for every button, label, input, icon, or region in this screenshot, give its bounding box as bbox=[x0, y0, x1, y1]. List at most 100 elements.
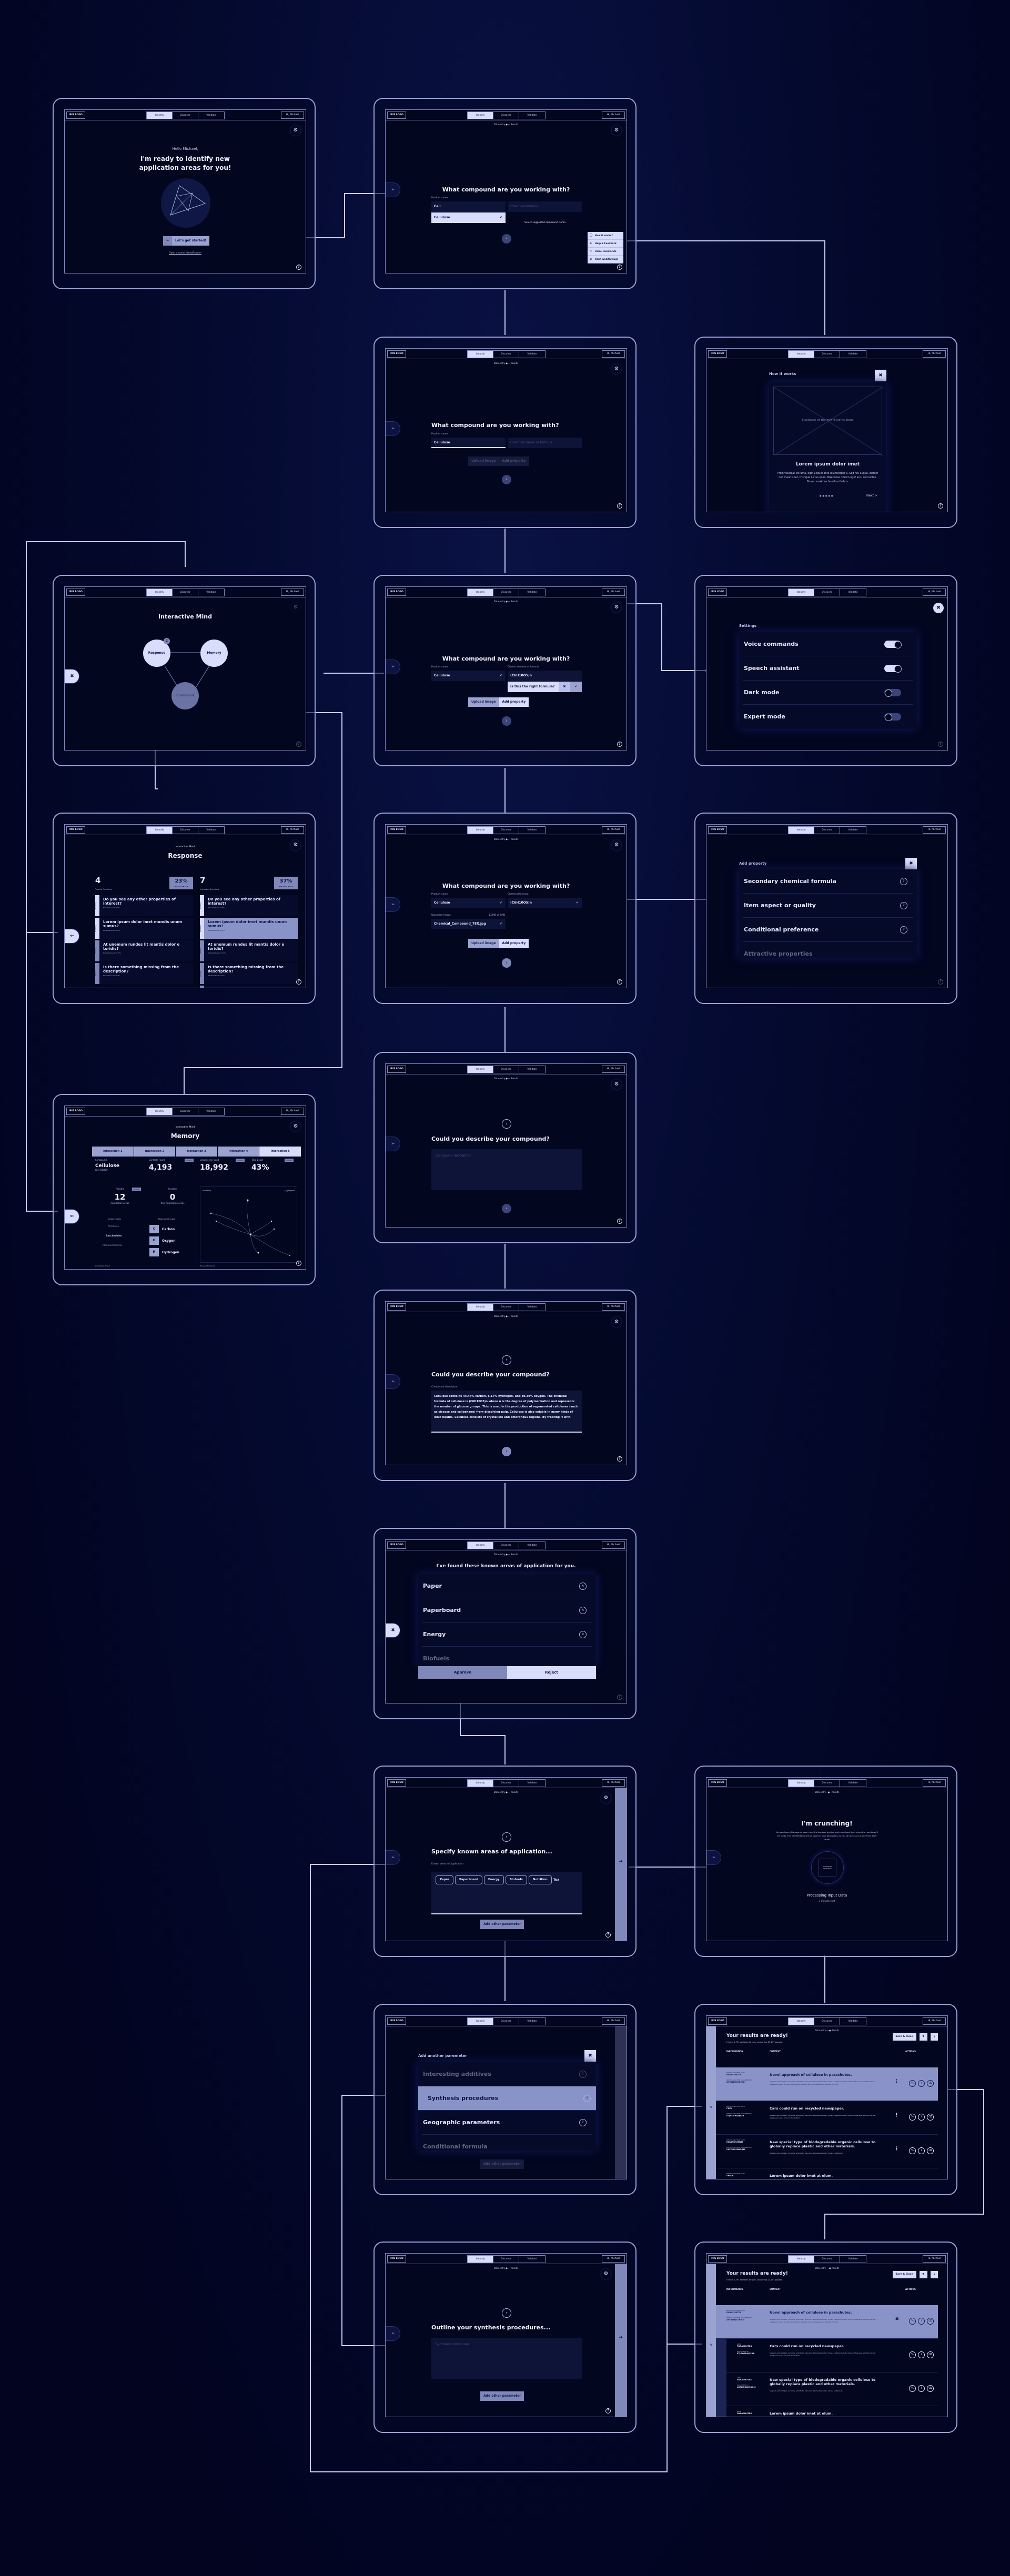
filter-icon[interactable]: ▼ bbox=[919, 2033, 927, 2041]
tab-discover[interactable]: Discover bbox=[814, 589, 840, 596]
gear-icon[interactable]: ⚙ bbox=[612, 603, 621, 612]
scroll-down-button[interactable]: ↓ bbox=[502, 1204, 511, 1213]
user-menu[interactable]: Hi, Michael bbox=[923, 2017, 946, 2025]
close-icon[interactable]: ✖ bbox=[386, 1623, 400, 1638]
assistant-avatar-icon[interactable]: ➢ bbox=[386, 1137, 400, 1151]
tab-identify[interactable]: Identify bbox=[468, 1780, 493, 1787]
tab-identify[interactable]: Identify bbox=[147, 112, 173, 119]
tab-interaction-4[interactable]: Interaction 4 bbox=[217, 1147, 260, 1157]
help-menu-feedback[interactable]: ✚ Help & Feedback bbox=[588, 240, 623, 248]
result-row[interactable]: REPRESENTATIVE AREA ENVIRONMENT REPRESENTA… bbox=[716, 2135, 938, 2168]
property-item[interactable]: Conditional preference? bbox=[743, 918, 913, 942]
tab-discover[interactable]: Discover bbox=[493, 1066, 519, 1073]
scroll-down-button[interactable]: ↓ bbox=[502, 475, 511, 484]
user-menu[interactable]: Hi, Michael bbox=[602, 589, 625, 596]
question-icon[interactable]: ? bbox=[579, 2071, 587, 2078]
compound-description-input[interactable]: Cellulose contains 44.44% carbon, 6.17% … bbox=[431, 1391, 582, 1433]
edit-sidebar[interactable]: ✎ bbox=[706, 2026, 716, 2179]
chip[interactable]: Paper bbox=[436, 1875, 453, 1884]
user-menu[interactable]: Hi, Michael bbox=[602, 2017, 625, 2025]
tab-discover[interactable]: Discover bbox=[493, 112, 519, 119]
help-icon[interactable]: ? bbox=[605, 2408, 611, 2413]
synthesis-input[interactable]: Synthesis procedures bbox=[431, 2338, 582, 2379]
tab-validate[interactable]: Validate bbox=[519, 1542, 545, 1549]
assistant-avatar-icon[interactable]: ➢ bbox=[706, 1850, 721, 1865]
help-menu-voice[interactable]: ▭ Voice commands bbox=[588, 248, 623, 256]
tab-identify[interactable]: Identify bbox=[789, 2018, 814, 2025]
add-parameter-button[interactable]: Add other parameter bbox=[480, 2159, 524, 2169]
linked-entity[interactable]: Monosaccharide bbox=[103, 1244, 122, 1247]
add-property-button[interactable]: Add property bbox=[499, 457, 529, 466]
linked-entity[interactable]: Aldehyde bbox=[108, 1225, 119, 1228]
parameter-item[interactable]: Interesting additives? bbox=[422, 2062, 592, 2086]
chemical-formula-input[interactable]: (C6H10O5)n bbox=[508, 671, 582, 681]
tab-identify[interactable]: Identify bbox=[468, 1066, 493, 1073]
sub-result-row[interactable]: AREA PARACHUTES DOCUMENT ID LKFDOS4IWQQM Ne… bbox=[726, 2372, 938, 2406]
expert-mode-toggle[interactable] bbox=[884, 713, 901, 721]
result-row[interactable]: REPRESENTATIVE AREA SPACE Lorem ipsum dol… bbox=[716, 2168, 938, 2179]
scroll-down-button[interactable]: ↓ bbox=[502, 716, 511, 726]
get-started-button[interactable]: ➜ Let's get started! bbox=[163, 236, 210, 246]
sub-result-row[interactable]: AREA PARACHUTES Lorem ipsum dolor imet at… bbox=[726, 2406, 938, 2417]
help-icon[interactable]: ? bbox=[617, 1456, 622, 1462]
user-menu[interactable]: Hi, Michael bbox=[602, 1303, 625, 1311]
tab-validate[interactable]: Validate bbox=[519, 351, 545, 358]
help-icon[interactable]: ? bbox=[296, 265, 301, 270]
gear-icon[interactable]: ⚙ bbox=[601, 1793, 611, 1803]
more-icon[interactable]: ⋮ bbox=[894, 2079, 899, 2084]
scroll-up-button[interactable]: ↑ bbox=[502, 2308, 511, 2318]
slide-dots[interactable]: ●●●●● bbox=[820, 494, 834, 497]
scroll-up-button[interactable]: ↑ bbox=[502, 1355, 511, 1365]
question-item[interactable]: OptionalAre there any missing linked ent… bbox=[200, 986, 298, 988]
scroll-down-button[interactable]: ↓ bbox=[502, 1447, 511, 1456]
area-item[interactable]: Paperboard × bbox=[422, 1598, 592, 1622]
tab-discover[interactable]: Discover bbox=[493, 351, 519, 358]
tab-discover[interactable]: Discover bbox=[173, 112, 198, 119]
tab-validate[interactable]: Validate bbox=[840, 589, 866, 596]
add-property-button[interactable]: Add property bbox=[499, 697, 529, 707]
tab-discover[interactable]: Discover bbox=[814, 2018, 840, 2025]
chip[interactable]: Biofuels bbox=[505, 1875, 527, 1884]
tab-validate[interactable]: Validate bbox=[198, 1108, 224, 1115]
scroll-down-button[interactable]: ↓ bbox=[502, 958, 511, 968]
chip[interactable]: Paperboard bbox=[454, 1875, 483, 1884]
tab-validate[interactable]: Validate bbox=[198, 827, 224, 834]
help-icon[interactable]: ? bbox=[617, 979, 622, 985]
tab-identify[interactable]: Identify bbox=[468, 827, 493, 834]
reject-formula-icon[interactable]: ✖ bbox=[559, 682, 570, 692]
scroll-up-button[interactable]: ↑ bbox=[502, 1119, 511, 1129]
property-item[interactable]: Item aspect or quality? bbox=[743, 894, 913, 918]
assistant-avatar-icon[interactable]: ➢ bbox=[386, 1374, 400, 1389]
open-saved-link[interactable]: Open a saved identification bbox=[65, 252, 306, 255]
tab-identify[interactable]: Identify bbox=[147, 827, 173, 834]
help-icon[interactable]: ? bbox=[617, 1219, 622, 1224]
tab-validate[interactable]: Validate bbox=[519, 1066, 545, 1073]
tab-interaction-5[interactable]: Interaction 5 bbox=[259, 1147, 301, 1157]
chemical-formula-input[interactable]: Chemical name or formula bbox=[508, 438, 582, 448]
info-icon[interactable]: i bbox=[918, 2351, 925, 2358]
help-icon[interactable]: ? bbox=[938, 742, 943, 747]
help-icon[interactable]: ? bbox=[938, 503, 943, 509]
question-icon[interactable]: ? bbox=[579, 2119, 587, 2126]
assistant-avatar-icon[interactable]: ➢ bbox=[386, 2326, 400, 2341]
tab-validate[interactable]: Validate bbox=[519, 1780, 545, 1787]
more-icon[interactable]: ⋮ bbox=[894, 2113, 899, 2118]
tab-discover[interactable]: Discover bbox=[814, 827, 840, 834]
tab-validate[interactable]: Validate bbox=[198, 112, 224, 119]
trash-icon[interactable]: ⌫ bbox=[927, 2080, 934, 2087]
info-icon[interactable]: i bbox=[918, 2385, 925, 2392]
tab-identify[interactable]: Identify bbox=[468, 112, 493, 119]
tab-identify[interactable]: Identify bbox=[468, 2018, 493, 2025]
question-item[interactable]: Optional Is there something missing from … bbox=[95, 963, 193, 984]
tab-validate[interactable]: Validate bbox=[840, 2256, 866, 2263]
question-icon[interactable]: ? bbox=[900, 902, 907, 909]
upload-image-button[interactable]: Upload image bbox=[468, 697, 499, 707]
question-item[interactable]: Boosting At unemum rundes lit mantis dolo… bbox=[200, 940, 298, 961]
tab-identify[interactable]: Identify bbox=[789, 827, 814, 834]
help-icon[interactable]: ? bbox=[605, 1932, 611, 1938]
question-icon[interactable]: ? bbox=[900, 878, 907, 885]
next-button[interactable]: Next > bbox=[866, 494, 877, 498]
more-icon[interactable]: ⋮ bbox=[894, 2146, 899, 2152]
assistant-avatar-icon[interactable]: ➢ bbox=[386, 1850, 400, 1865]
question-item[interactable]: Mandatory Do you see any other properties… bbox=[200, 895, 298, 916]
